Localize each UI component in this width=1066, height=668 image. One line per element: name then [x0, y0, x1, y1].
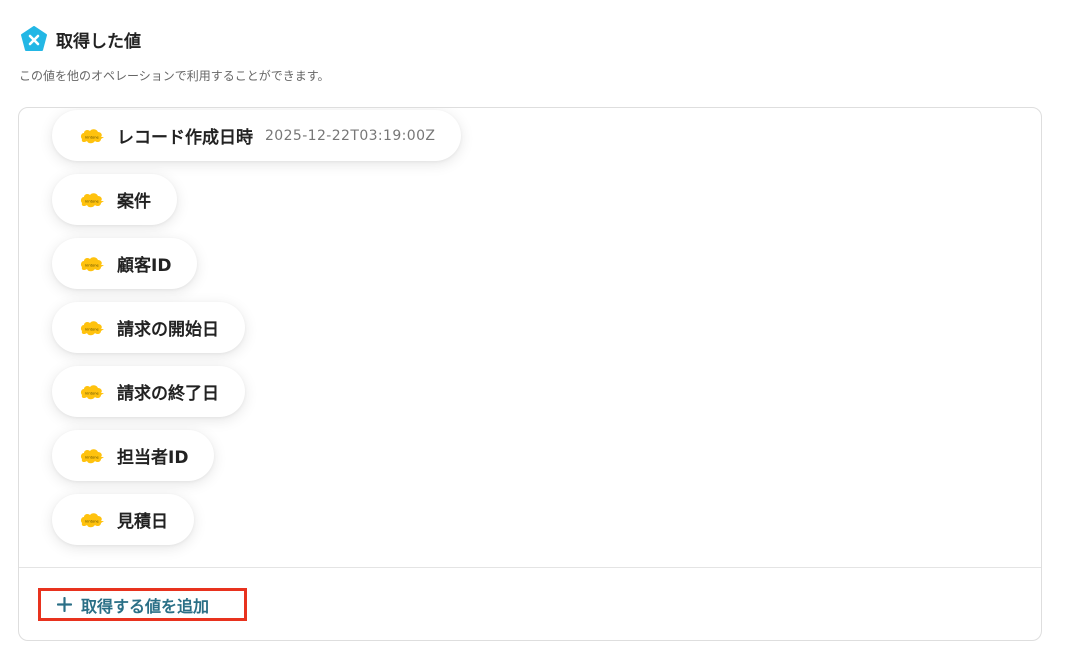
svg-text:kintone: kintone	[85, 455, 99, 459]
value-pill[interactable]: kintone 顧客ID	[52, 238, 198, 289]
section-title: 取得した値	[56, 31, 141, 52]
svg-text:kintone: kintone	[85, 327, 99, 331]
value-label: 見積日	[117, 512, 168, 532]
section-header: 取得した値	[20, 25, 141, 53]
svg-text:kintone: kintone	[85, 199, 99, 203]
value-label: 案件	[117, 192, 151, 212]
kintone-icon: kintone	[80, 448, 104, 463]
kintone-icon: kintone	[80, 192, 104, 207]
value-pill[interactable]: kintone 見積日	[52, 494, 194, 545]
value-pill[interactable]: kintone 案件	[52, 174, 177, 225]
kintone-icon: kintone	[80, 384, 104, 399]
section-description: この値を他のオペレーションで利用することができます。	[19, 69, 330, 83]
panel-divider	[19, 567, 1041, 568]
svg-text:kintone: kintone	[85, 519, 99, 523]
value-sample: 2025-12-22T03:19:00Z	[265, 127, 436, 144]
add-value-label: 取得する値を追加	[81, 596, 210, 616]
value-label: レコード作成日時	[117, 128, 253, 148]
plus-icon	[57, 597, 72, 612]
value-label: 請求の開始日	[117, 320, 219, 340]
value-label: 請求の終了日	[117, 384, 219, 404]
value-pill[interactable]: kintone レコード作成日時 2025-12-22T03:19:00Z	[52, 110, 462, 161]
kintone-icon: kintone	[80, 128, 104, 143]
svg-text:kintone: kintone	[85, 391, 99, 395]
add-value-button[interactable]: 取得する値を追加	[38, 588, 247, 621]
values-panel: kintone レコード作成日時 2025-12-22T03:19:00Z ki…	[18, 107, 1042, 641]
kintone-icon: kintone	[80, 512, 104, 527]
value-label: 担当者ID	[117, 448, 189, 468]
value-pill[interactable]: kintone 請求の終了日	[52, 366, 245, 417]
kintone-icon: kintone	[80, 256, 104, 271]
value-label: 顧客ID	[117, 256, 172, 276]
kintone-icon: kintone	[80, 320, 104, 335]
svg-text:kintone: kintone	[85, 135, 99, 139]
values-list: kintone レコード作成日時 2025-12-22T03:19:00Z ki…	[19, 108, 1041, 567]
value-pill[interactable]: kintone 請求の開始日	[52, 302, 245, 353]
svg-text:kintone: kintone	[85, 263, 99, 267]
value-pill[interactable]: kintone 担当者ID	[52, 430, 215, 481]
yoom-logo-icon	[21, 26, 47, 51]
